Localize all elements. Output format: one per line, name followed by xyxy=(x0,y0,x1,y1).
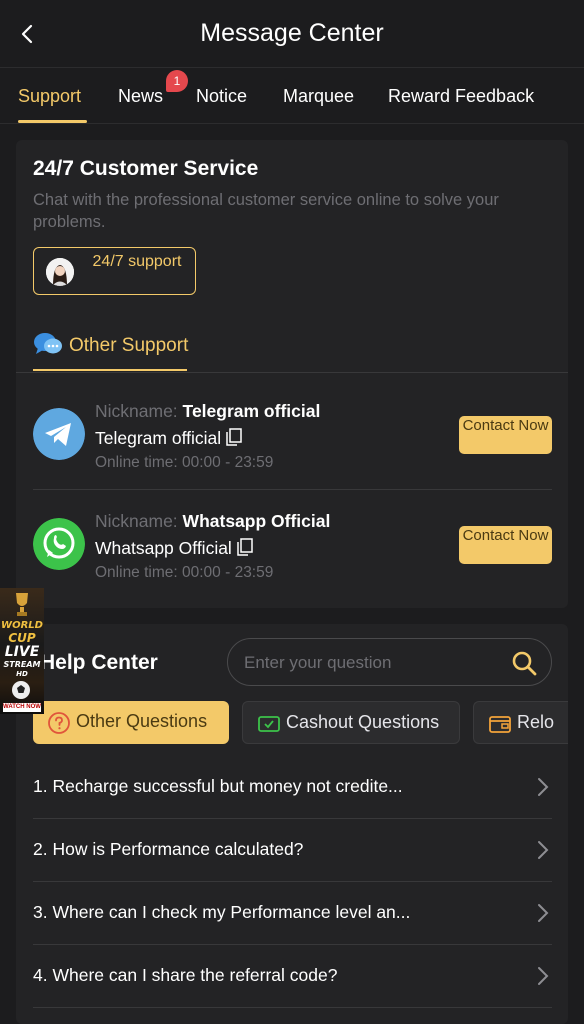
faq-question: 4. Where can I share the referral code? xyxy=(33,965,338,985)
chevron-right-icon xyxy=(538,841,549,859)
ad-line-2: CUP xyxy=(8,631,36,645)
faq-question: 3. Where can I check my Performance leve… xyxy=(33,902,411,922)
chevron-right-icon xyxy=(538,967,549,985)
search-placeholder: Enter your question xyxy=(244,653,392,672)
contact-nickname: Nickname: Whatsapp Official xyxy=(95,511,330,532)
question-circle-icon xyxy=(48,712,70,734)
category-cashout-questions[interactable]: Cashout Questions xyxy=(242,701,460,744)
support-card: 24/7 Customer Service Chat with the prof… xyxy=(16,140,568,608)
agent-avatar xyxy=(46,258,74,286)
tab-notice[interactable]: Notice xyxy=(196,86,247,107)
header-bar: Message Center xyxy=(0,0,584,68)
contact-whatsapp: Nickname: Whatsapp Official Whatsapp Off… xyxy=(33,504,552,600)
category-reload[interactable]: Relo xyxy=(473,701,568,744)
contact-online-time: Online time: 00:00 - 23:59 xyxy=(95,564,274,581)
copy-icon[interactable] xyxy=(237,538,253,556)
contact-name-text: Whatsapp Official xyxy=(95,538,232,558)
tab-support[interactable]: Support xyxy=(18,86,81,107)
contact-name: Telegram official xyxy=(95,428,242,449)
category-label: Other Questions xyxy=(76,711,208,731)
contact-online-time: Online time: 00:00 - 23:59 xyxy=(95,454,274,471)
news-count-badge: 1 xyxy=(166,70,188,92)
contact-divider xyxy=(33,489,552,490)
ad-line-4: STREAM xyxy=(3,660,41,669)
tab-marquee[interactable]: Marquee xyxy=(283,86,354,107)
contact-name-text: Telegram official xyxy=(95,428,222,448)
chat-bubbles-icon xyxy=(34,333,62,354)
wallet-icon xyxy=(489,716,511,733)
faq-item[interactable]: 1. Recharge successful but money not cre… xyxy=(33,756,552,819)
ad-line-1: WORLD xyxy=(1,620,43,631)
world-cup-ad-banner[interactable]: WORLD CUP LIVE STREAM HD WATCH NOW xyxy=(0,588,44,714)
support-247-button[interactable]: 24/7 support xyxy=(33,247,196,295)
active-tab-indicator xyxy=(18,120,87,123)
faq-item[interactable]: 4. Where can I share the referral code? xyxy=(33,945,552,1008)
cash-icon xyxy=(258,716,280,732)
nickname-label: Nickname: xyxy=(95,511,178,531)
other-support-underline xyxy=(33,369,187,371)
faq-item[interactable]: 2. How is Performance calculated? xyxy=(33,819,552,882)
question-search-input[interactable]: Enter your question xyxy=(227,638,552,686)
tab-reward-feedback[interactable]: Reward Feedback xyxy=(388,86,534,107)
ad-line-5: HD xyxy=(16,670,28,678)
search-icon[interactable] xyxy=(511,650,537,676)
nickname-value: Telegram official xyxy=(182,401,321,421)
page-title: Message Center xyxy=(200,19,384,47)
telegram-icon xyxy=(33,408,85,460)
contact-now-button[interactable]: Contact Now xyxy=(459,526,552,564)
trophy-icon xyxy=(16,593,28,616)
contact-now-button[interactable]: Contact Now xyxy=(459,416,552,454)
ad-line-3: LIVE xyxy=(4,644,40,660)
customer-service-description: Chat with the professional customer serv… xyxy=(33,191,499,231)
customer-service-title: 24/7 Customer Service xyxy=(33,157,259,180)
category-label: Relo xyxy=(517,712,555,732)
support-button-label: 24/7 support xyxy=(92,253,182,270)
contact-nickname: Nickname: Telegram official xyxy=(95,401,320,422)
contact-telegram: Nickname: Telegram official Telegram off… xyxy=(33,394,552,490)
help-center-title: Help Center xyxy=(40,651,158,674)
section-divider xyxy=(16,372,568,373)
whatsapp-icon xyxy=(33,518,85,570)
other-support-label[interactable]: Other Support xyxy=(69,335,188,357)
tab-bar: Support News Notice Marquee Reward Feedb… xyxy=(0,68,584,124)
tab-news[interactable]: News xyxy=(118,86,163,107)
watch-now-button[interactable]: WATCH NOW xyxy=(3,703,41,712)
contact-name: Whatsapp Official xyxy=(95,538,253,559)
soccer-ball-icon xyxy=(12,681,30,699)
faq-question: 1. Recharge successful but money not cre… xyxy=(33,776,403,796)
chevron-right-icon xyxy=(538,778,549,796)
copy-icon[interactable] xyxy=(226,428,242,446)
help-center-card: Help Center Enter your question Other Qu… xyxy=(16,624,568,1024)
category-other-questions[interactable]: Other Questions xyxy=(33,701,229,744)
category-label: Cashout Questions xyxy=(286,712,440,732)
chevron-right-icon xyxy=(538,904,549,922)
faq-item[interactable]: 3. Where can I check my Performance leve… xyxy=(33,882,552,945)
nickname-label: Nickname: xyxy=(95,401,178,421)
faq-question: 2. How is Performance calculated? xyxy=(33,839,304,859)
nickname-value: Whatsapp Official xyxy=(182,511,331,531)
